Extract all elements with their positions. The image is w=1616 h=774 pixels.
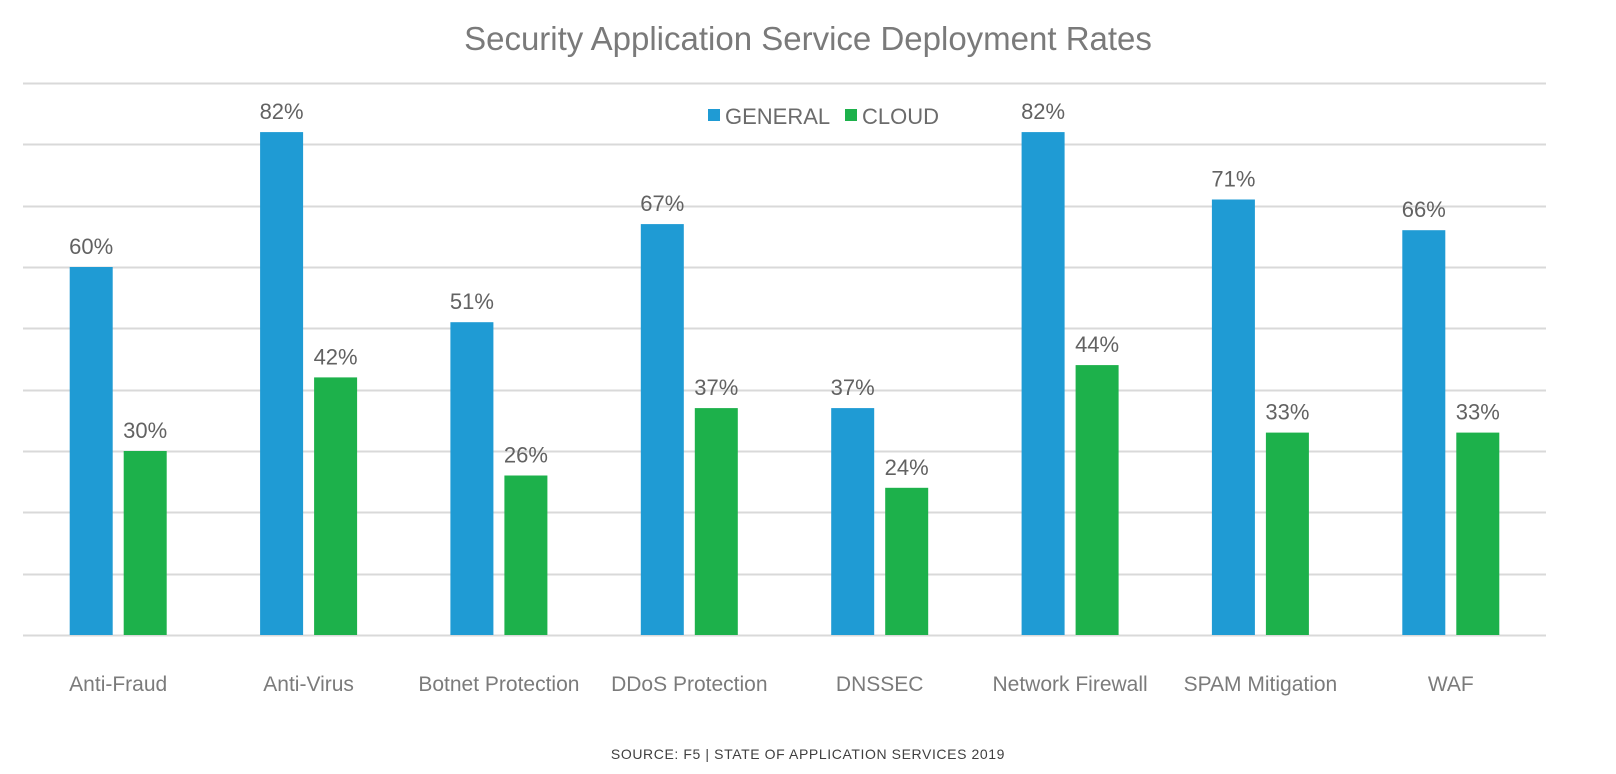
data-label: 24% (885, 455, 929, 480)
bar-cloud-anti-virus (314, 377, 358, 635)
data-label: 33% (1456, 400, 1500, 425)
bar-general-waf (1402, 230, 1446, 635)
bar-general-dnssec (831, 408, 875, 635)
gridlines (23, 82, 1546, 637)
legend: GENERAL CLOUD (708, 104, 939, 129)
bar-general-anti-fraud (69, 267, 113, 635)
bar-cloud-spam-mitigation (1265, 432, 1309, 635)
data-label: 44% (1075, 332, 1119, 357)
chart-title: Security Application Service Deployment … (464, 20, 1152, 57)
data-label: 30% (123, 418, 167, 443)
x-tick-label: Anti-Virus (263, 673, 354, 696)
data-label: 66% (1402, 197, 1446, 222)
source-note: SOURCE: F5 | STATE OF APPLICATION SERVIC… (611, 746, 1005, 762)
data-label: 82% (1021, 99, 1065, 124)
data-label: 67% (640, 191, 684, 216)
bar-general-ddos-protection (640, 224, 684, 635)
data-label: 37% (694, 375, 738, 400)
x-tick-label: Botnet Protection (418, 673, 579, 696)
data-label: 82% (260, 99, 304, 124)
x-tick-label: WAF (1428, 673, 1474, 696)
legend-label-general: GENERAL (725, 104, 830, 129)
legend-label-cloud: CLOUD (862, 104, 939, 129)
legend-swatch-general (708, 109, 720, 121)
bar-cloud-dnssec (885, 487, 929, 635)
bar-general-network-firewall (1021, 132, 1065, 635)
x-tick-label: DNSSEC (836, 673, 924, 696)
data-label: 26% (504, 443, 548, 468)
bar-chart: Security Application Service Deployment … (23, 20, 1546, 762)
bar-cloud-ddos-protection (694, 408, 738, 635)
x-tick-label: Anti-Fraud (69, 673, 167, 696)
bar-cloud-waf (1456, 432, 1500, 635)
bar-cloud-anti-fraud (123, 451, 167, 635)
x-axis-labels: Anti-Fraud Anti-Virus Botnet Protection DDo… (69, 673, 1474, 696)
bars (69, 132, 1500, 635)
x-tick-label: Network Firewall (992, 673, 1147, 696)
data-label: 42% (314, 344, 358, 369)
data-label: 60% (69, 234, 113, 259)
bar-general-spam-mitigation (1211, 199, 1255, 635)
bar-general-botnet-protection (450, 322, 494, 635)
bar-cloud-botnet-protection (504, 475, 548, 635)
bar-general-anti-virus (260, 132, 304, 635)
data-label: 51% (450, 289, 494, 314)
data-label: 37% (831, 375, 875, 400)
data-label: 33% (1265, 400, 1309, 425)
bar-cloud-network-firewall (1075, 365, 1119, 635)
x-tick-label: DDoS Protection (611, 673, 767, 696)
legend-swatch-cloud (845, 109, 857, 121)
data-label: 71% (1211, 167, 1255, 192)
x-tick-label: SPAM Mitigation (1184, 673, 1338, 696)
